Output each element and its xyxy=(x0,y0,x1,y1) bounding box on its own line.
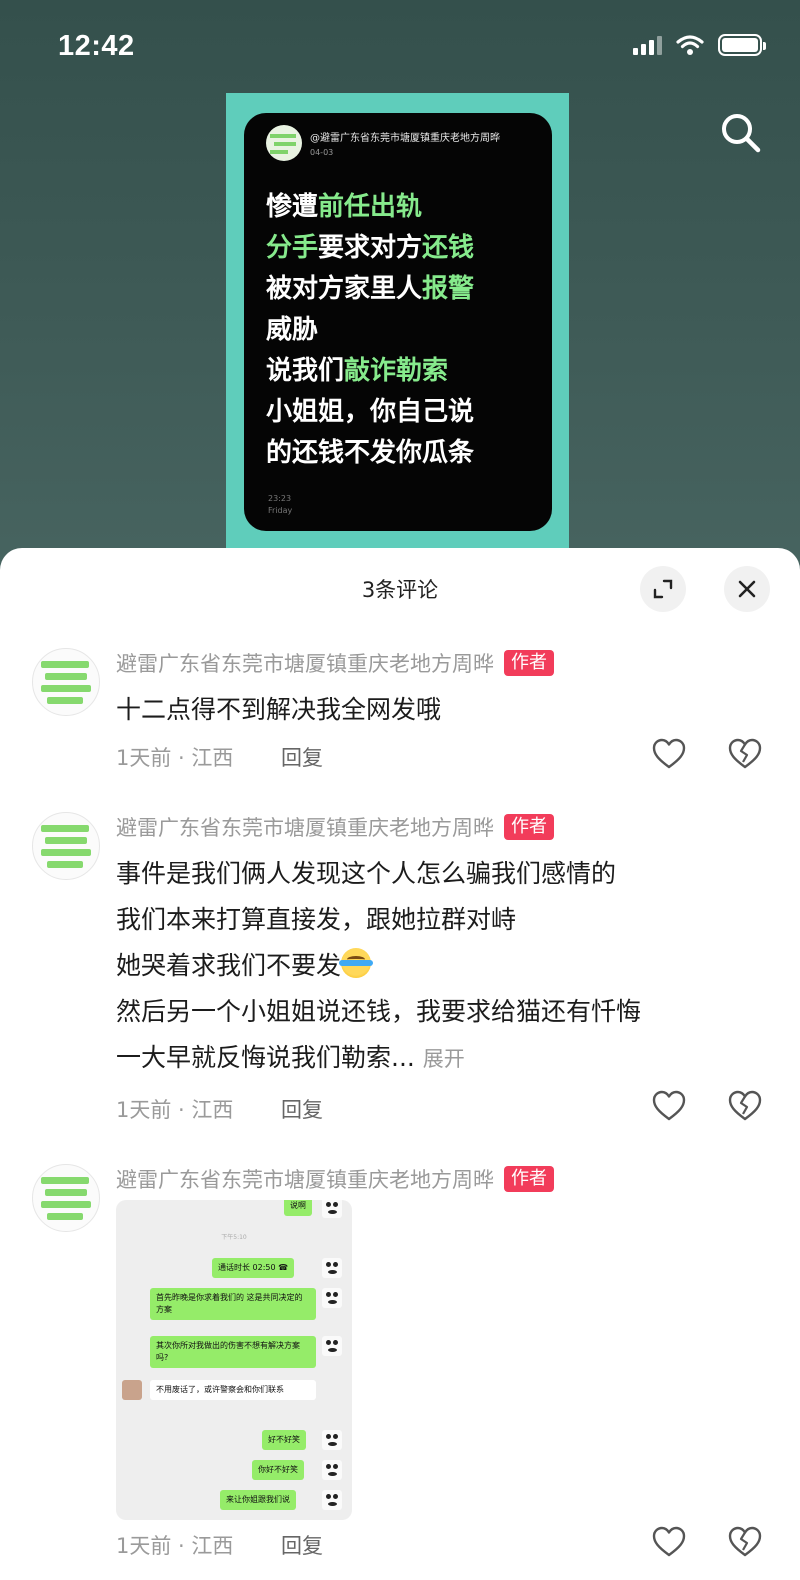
comment-text-line: 事件是我们俩人发现这个人怎么骗我们感情的 xyxy=(116,859,617,888)
post-highlight-text: 敲诈勒索 xyxy=(344,356,449,386)
chat-bubble-received: 不用废话了，或许警察会和你们联系 xyxy=(150,1380,316,1400)
post-text-segment: 被对方家里人 xyxy=(266,274,423,304)
post-text-line: 惨遭前任出轨 xyxy=(266,187,474,228)
commenter-name[interactable]: 避雷广东省东莞市塘厦镇重庆老地方周晔 xyxy=(116,648,494,678)
post-text-line: 被对方家里人报警 xyxy=(266,269,474,310)
comment-header: 避雷广东省东莞市塘厦镇重庆老地方周晔 作者 xyxy=(116,1164,554,1194)
comment-meta: 1天前 · 江西 xyxy=(116,746,234,770)
author-badge: 作者 xyxy=(504,1166,554,1192)
status-bar: 12:42 xyxy=(0,0,800,90)
chat-avatar xyxy=(322,1288,342,1308)
post-text-segment: 要求对方 xyxy=(318,233,423,263)
heart-icon[interactable] xyxy=(652,738,686,770)
expand-link[interactable]: 展开 xyxy=(423,1047,465,1071)
comment-header: 避雷广东省东莞市塘厦镇重庆老地方周晔 作者 xyxy=(116,648,554,678)
battery-icon xyxy=(718,34,766,56)
commenter-avatar[interactable] xyxy=(32,812,100,880)
post-text-line: 小姐姐，你自己说 xyxy=(266,392,474,433)
post-footer-time: 23:23 xyxy=(268,494,292,503)
post-text: 惨遭前任出轨 分手要求对方还钱 被对方家里人报警 威胁 说我们敲诈勒索 小姐姐，你自己说的… xyxy=(266,187,474,474)
broken-heart-icon[interactable] xyxy=(728,1090,762,1122)
chat-bubble-sent: 其次你所对我做出的伤害不想有解决方案吗? xyxy=(150,1336,316,1368)
comment-text: 十二点得不到解决我全网发哦 xyxy=(116,695,442,724)
comment-text-line: 她哭着求我们不要发 xyxy=(116,942,374,990)
post-avatar xyxy=(266,125,302,161)
heart-icon[interactable] xyxy=(652,1526,686,1558)
post-highlight-text: 分手 xyxy=(266,233,319,263)
commenter-avatar[interactable] xyxy=(32,1164,100,1232)
cellular-signal-icon xyxy=(633,35,662,55)
comment-text-segment: 她哭着求我们不要发 xyxy=(116,951,342,980)
post-text-line: 分手要求对方还钱 xyxy=(266,228,474,269)
chat-bubble-sent: 来让你姐跟我们说 xyxy=(220,1490,296,1510)
commenter-name[interactable]: 避雷广东省东莞市塘厦镇重庆老地方周晔 xyxy=(116,812,494,842)
post-text-segment: 小姐姐，你自己说 xyxy=(266,397,475,427)
broken-heart-icon[interactable] xyxy=(728,738,762,770)
post-text-line: 的还钱不发你瓜条 xyxy=(266,433,474,474)
comment-text-segment: 一大早就反悔说我们勒索... xyxy=(116,1043,415,1072)
wifi-icon xyxy=(676,35,704,55)
comment-meta: 1天前 · 江西 xyxy=(116,1534,234,1558)
comment-text-line: 然后另一个小姐姐说还钱，我要求给猫还有忏悔 xyxy=(116,997,642,1026)
search-icon xyxy=(722,114,761,153)
comment-text-line: 我们本来打算直接发，跟她拉群对峙 xyxy=(116,905,517,934)
chat-bubble-sent: 你好不好笑 xyxy=(252,1460,304,1480)
comment-image[interactable]: 说啊 下午5:10 通话时长 02:50 ☎ 首先昨晚是你求着我们的 这是共同决… xyxy=(116,1200,352,1520)
chat-avatar xyxy=(322,1490,342,1510)
post-highlight-text: 还钱 xyxy=(422,233,475,263)
post-date: 04-03 xyxy=(310,148,334,157)
search-button[interactable] xyxy=(716,108,766,158)
post-text-segment: 说我们 xyxy=(266,356,345,386)
close-button[interactable] xyxy=(724,566,770,612)
chat-avatar xyxy=(322,1430,342,1450)
chat-bubble-sent: 好不好笑 xyxy=(262,1430,306,1450)
status-icons xyxy=(633,34,766,56)
reply-button[interactable]: 回复 xyxy=(281,1530,323,1560)
chat-avatar xyxy=(322,1336,342,1356)
post-text-line: 威胁 xyxy=(266,310,474,351)
post-highlight-text: 前任出轨 xyxy=(318,192,423,222)
chat-avatar xyxy=(322,1200,342,1218)
author-badge: 作者 xyxy=(504,814,554,840)
post-footer: 23:23 Friday xyxy=(268,493,292,517)
reply-button[interactable]: 回复 xyxy=(281,742,323,772)
post-author: @避雷广东省东莞市塘厦镇重庆老地方周晔 xyxy=(310,133,500,144)
status-time: 12:42 xyxy=(58,30,135,62)
chat-avatar xyxy=(322,1460,342,1480)
post-highlight-text: 报警 xyxy=(422,274,475,304)
reply-button[interactable]: 回复 xyxy=(281,1094,323,1124)
post-text-line: 说我们敲诈勒索 xyxy=(266,351,474,392)
close-icon xyxy=(738,580,756,598)
broken-heart-icon[interactable] xyxy=(728,1526,762,1558)
post-text-segment: 威胁 xyxy=(266,315,319,345)
chat-avatar-other xyxy=(122,1380,142,1400)
post-footer-day: Friday xyxy=(268,506,293,515)
commenter-avatar[interactable] xyxy=(32,648,100,716)
comment-header: 避雷广东省东莞市塘厦镇重庆老地方周晔 作者 xyxy=(116,812,554,842)
expand-button[interactable] xyxy=(640,566,686,612)
expand-icon xyxy=(653,579,673,599)
video-content[interactable]: @避雷广东省东莞市塘厦镇重庆老地方周晔 04-03 惨遭前任出轨 分手要求对方还钱… xyxy=(226,93,569,553)
video-screenshot: @避雷广东省东莞市塘厦镇重庆老地方周晔 04-03 惨遭前任出轨 分手要求对方还钱… xyxy=(244,113,552,531)
chat-timestamp: 下午5:10 xyxy=(221,1234,247,1241)
author-badge: 作者 xyxy=(504,650,554,676)
commenter-name[interactable]: 避雷广东省东莞市塘厦镇重庆老地方周晔 xyxy=(116,1164,494,1194)
chat-bubble-sent: 首先昨晚是你求着我们的 这是共同决定的方案 xyxy=(150,1288,316,1320)
chat-avatar xyxy=(322,1258,342,1278)
post-text-segment: 的还钱不发你瓜条 xyxy=(266,438,475,468)
comment-text-line: 一大早就反悔说我们勒索... 展开 xyxy=(116,1034,465,1083)
call-duration: 通话时长 02:50 xyxy=(218,1263,276,1272)
chat-call-bubble: 通话时长 02:50 ☎ xyxy=(212,1258,295,1278)
crying-emoji-icon xyxy=(339,948,374,978)
heart-icon[interactable] xyxy=(652,1090,686,1122)
comment-meta: 1天前 · 江西 xyxy=(116,1098,234,1122)
chat-bubble-sent: 说啊 xyxy=(284,1200,312,1216)
post-text-segment: 惨遭 xyxy=(266,192,319,222)
